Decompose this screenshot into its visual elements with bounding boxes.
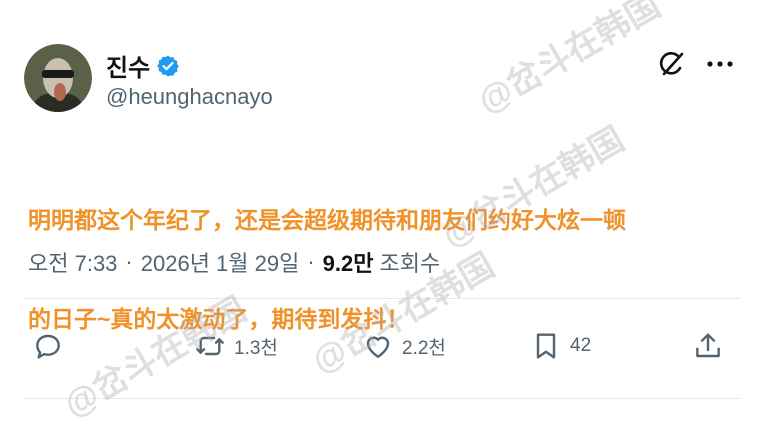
author-name-row: 진수 [106, 48, 180, 83]
tweet-text-line-1: 明明都这个年纪了，还是会超级期待和朋友们约好大炫一顿 [28, 207, 626, 233]
avatar[interactable] [24, 44, 92, 112]
verified-badge-icon [156, 54, 180, 78]
tweet-card: 진수 @heunghacnayo 明明都这个年纪了，还是会超级期待和朋友们约好大… [0, 0, 764, 425]
retweet-count: 1.3천 [234, 337, 278, 359]
like-count: 2.2천 [402, 337, 446, 359]
reply-button[interactable] [32, 328, 64, 364]
retweet-icon [196, 336, 224, 356]
display-name[interactable]: 진수 [106, 48, 150, 83]
grok-icon[interactable] [654, 46, 690, 82]
meta-separator: · [307, 249, 315, 274]
reply-icon [36, 334, 60, 359]
like-button[interactable]: 2.2천 [362, 328, 446, 364]
views-label: 조회수 [379, 251, 441, 276]
tweet-date[interactable]: 2026년 1월 29일 [141, 246, 300, 278]
author-handle[interactable]: @heunghacnayo [106, 84, 273, 110]
tweet-time[interactable]: 오전 7:33 [28, 246, 117, 278]
share-icon [696, 333, 720, 358]
bookmark-button[interactable]: 42 [530, 328, 591, 364]
divider [24, 298, 740, 299]
bookmark-count: 42 [570, 335, 592, 356]
more-options-icon[interactable] [702, 46, 738, 82]
retweet-button[interactable]: 1.3천 [194, 328, 278, 364]
share-button[interactable] [692, 328, 724, 364]
tweet-meta: 오전 7:33 · 2026년 1월 29일 · 9.2만 조회수 [28, 246, 440, 278]
bookmark-icon [536, 333, 556, 359]
divider [24, 398, 740, 399]
meta-separator: · [125, 249, 133, 274]
heart-icon [366, 336, 390, 358]
watermark: @岔斗在韩国 [471, 0, 667, 121]
views-count: 9.2만 [322, 251, 374, 276]
